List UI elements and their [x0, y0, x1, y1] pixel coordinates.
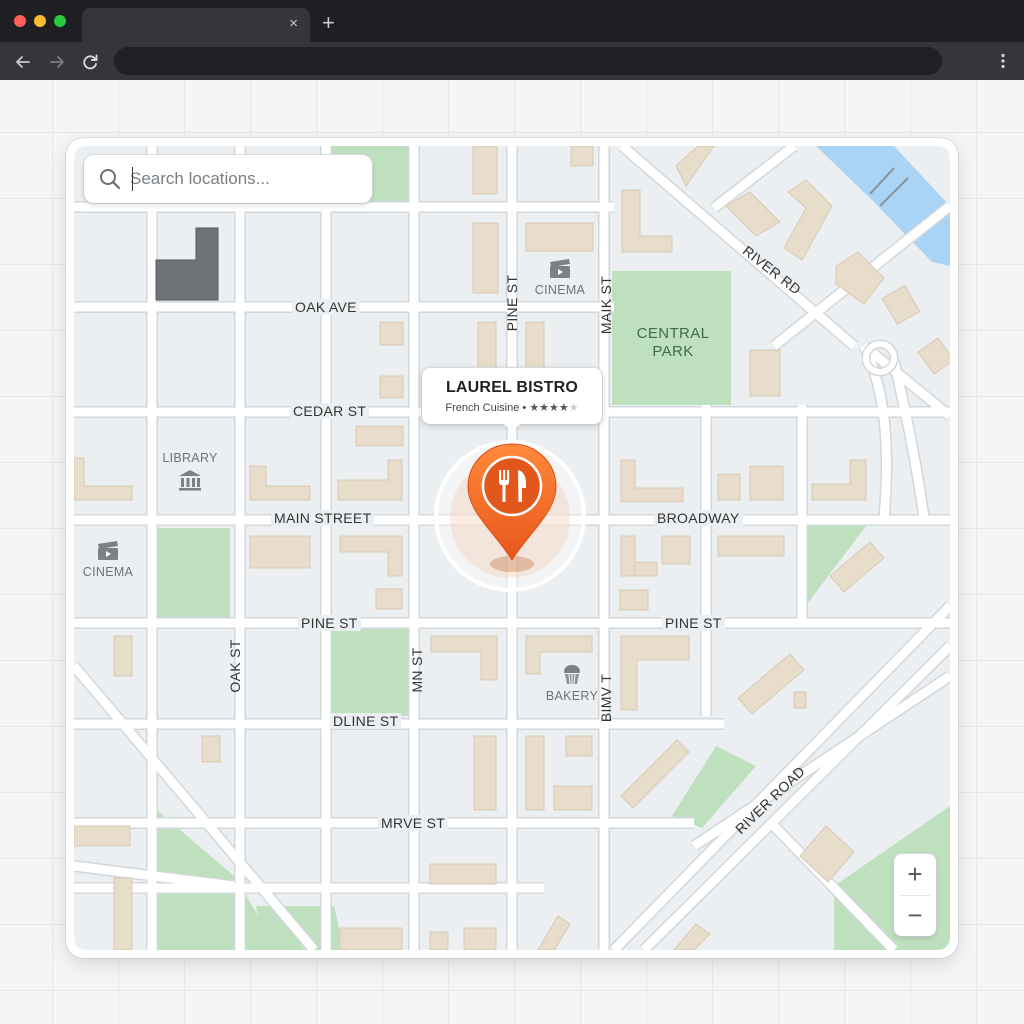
new-tab-icon[interactable]: +: [322, 12, 335, 34]
dark-building: [155, 227, 219, 301]
text-caret: [132, 167, 133, 191]
street-label-broadway: BROADWAY: [654, 510, 743, 526]
poi-cinema[interactable]: CINEMA: [524, 258, 596, 297]
back-arrow-icon[interactable]: [12, 51, 34, 73]
separator-dot: •: [522, 402, 527, 414]
search-icon: [100, 169, 121, 190]
search-input[interactable]: [130, 164, 358, 194]
zoom-out-button[interactable]: −: [894, 895, 936, 936]
browser-toolbar: [0, 42, 1024, 80]
clapperboard-icon: [98, 541, 118, 560]
place-subtitle: French Cuisine • ★★★★★: [422, 401, 602, 414]
minimize-window-button[interactable]: [34, 15, 46, 27]
street-label-pine-st: PINE ST: [662, 615, 725, 631]
search-box[interactable]: [84, 155, 372, 203]
place-title: LAUREL BISTRO: [445, 379, 579, 396]
clapperboard-icon: [550, 259, 570, 278]
poi-bakery[interactable]: BAKERY: [536, 662, 608, 703]
zoom-in-button[interactable]: +: [894, 854, 936, 895]
museum-icon: [179, 470, 201, 491]
park-area: [151, 528, 230, 618]
rating-stars-empty: ★: [568, 402, 579, 414]
rating-stars-filled: ★★★★: [529, 402, 569, 414]
maximize-window-button[interactable]: [54, 15, 66, 27]
forward-arrow-icon[interactable]: [46, 51, 68, 73]
location-pin-marker[interactable]: [466, 442, 558, 564]
street-label-mn-st: MN ST: [409, 647, 425, 693]
tab-close-icon[interactable]: ×: [289, 15, 298, 33]
address-bar[interactable]: [114, 47, 942, 75]
place-category: French Cuisine: [445, 402, 520, 414]
street-label-cedar-st: CEDAR ST: [290, 403, 370, 419]
poi-label: BAKERY: [545, 689, 599, 703]
close-window-button[interactable]: [14, 15, 26, 27]
park-label-line2: PARK: [652, 343, 694, 360]
cupcake-icon: [564, 665, 580, 685]
park-label: CENTRAL PARK: [628, 325, 718, 361]
browser-tab-bar: × +: [0, 0, 1024, 42]
street-label-maik-st: MAIK ST: [598, 275, 614, 335]
street-label-oak-st: OAK ST: [227, 639, 243, 693]
more-menu-icon[interactable]: [994, 52, 1012, 70]
street-label-main-street: MAIN STREET: [271, 510, 375, 526]
street-label-oak-ave: OAK AVE: [292, 299, 360, 315]
poi-label: CINEMA: [534, 283, 586, 297]
street-label-mrve-st: MRVE ST: [378, 815, 449, 831]
zoom-control: + −: [894, 854, 936, 936]
place-info-card[interactable]: LAUREL BISTRO French Cuisine • ★★★★★: [422, 368, 602, 432]
poi-label: LIBRARY: [162, 451, 218, 465]
street-label-dline-st: DLINE ST: [330, 713, 402, 729]
reload-icon[interactable]: [79, 51, 101, 73]
street-label-pine-st: PINE ST: [298, 615, 361, 631]
poi-library[interactable]: LIBRARY: [154, 451, 226, 495]
poi-cinema[interactable]: CINEMA: [72, 540, 144, 579]
park-area: [329, 629, 410, 716]
street-label-pine-st-vertical: PINE ST: [504, 274, 520, 332]
browser-tab[interactable]: ×: [82, 8, 310, 42]
poi-label: CINEMA: [82, 565, 134, 579]
park-label-line1: CENTRAL: [636, 325, 710, 342]
river-water: [816, 146, 950, 266]
